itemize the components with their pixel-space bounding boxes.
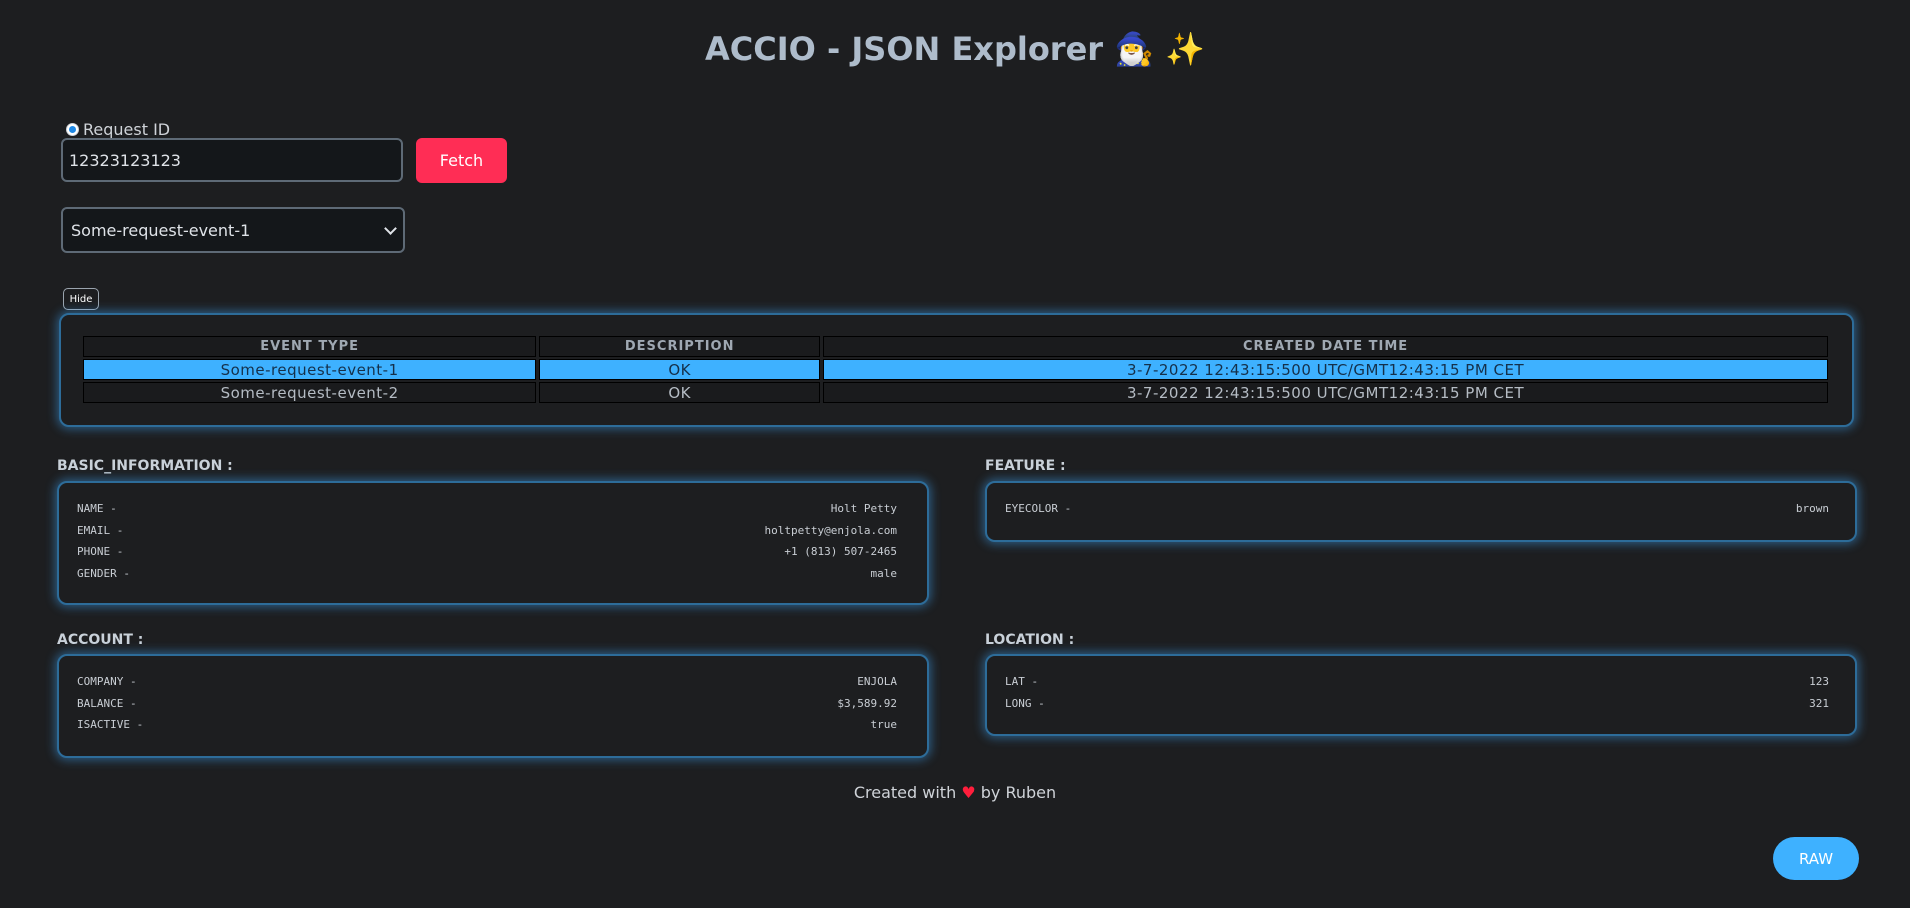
location-card: LAT - 123 LONG - 321 bbox=[985, 654, 1857, 736]
kv-value: true bbox=[870, 718, 898, 731]
feature-card: EYECOLOR - brown bbox=[985, 481, 1857, 542]
list-item: COMPANY - ENJOLA bbox=[77, 671, 897, 693]
footer: Created with ♥ by Ruben bbox=[0, 783, 1910, 802]
event-select[interactable]: Some-request-event-1 bbox=[61, 207, 405, 253]
table-row[interactable]: Some-request-event-2 OK 3-7-2022 12:43:1… bbox=[83, 382, 1828, 403]
heart-icon: ♥ bbox=[961, 783, 976, 802]
kv-key: ISACTIVE - bbox=[77, 718, 144, 731]
column-header-created-date-time: CREATED DATE TIME bbox=[823, 336, 1828, 357]
kv-value: male bbox=[870, 566, 898, 580]
basic-information-card: NAME - Holt Petty EMAIL - holtpetty@enjo… bbox=[57, 481, 929, 605]
section-label-feature: FEATURE : bbox=[985, 458, 1066, 474]
request-id-input[interactable] bbox=[61, 138, 403, 182]
event-select-value: Some-request-event-1 bbox=[71, 220, 251, 240]
chevron-down-icon bbox=[384, 221, 397, 235]
list-item: NAME - Holt Petty bbox=[77, 498, 897, 520]
list-item: EMAIL - holtpetty@enjola.com bbox=[77, 520, 897, 542]
cell-description: OK bbox=[539, 382, 821, 403]
kv-key: BALANCE - bbox=[77, 696, 137, 710]
page-title: ACCIO - JSON Explorer 🧙‍♂️ ✨ bbox=[704, 30, 1206, 68]
list-item: EYECOLOR - brown bbox=[1005, 498, 1829, 520]
table-row[interactable]: Some-request-event-1 OK 3-7-2022 12:43:1… bbox=[83, 359, 1828, 380]
cell-created: 3-7-2022 12:43:15:500 UTC/GMT12:43:15 PM… bbox=[823, 359, 1828, 380]
column-header-event-type: EVENT TYPE bbox=[83, 336, 537, 357]
kv-value: holtpetty@enjola.com bbox=[764, 523, 897, 537]
section-label-location: LOCATION : bbox=[985, 632, 1075, 648]
kv-key: EMAIL - bbox=[77, 523, 124, 537]
kv-key: GENDER - bbox=[77, 566, 130, 580]
list-item: LAT - 123 bbox=[1005, 671, 1829, 693]
section-label-account: ACCOUNT : bbox=[57, 632, 144, 648]
kv-value: +1 (813) 507-2465 bbox=[784, 545, 897, 558]
kv-key: COMPANY - bbox=[77, 675, 137, 688]
fetch-button[interactable]: Fetch bbox=[416, 138, 507, 183]
hide-button[interactable]: Hide bbox=[63, 288, 99, 310]
footer-prefix: Created with bbox=[853, 783, 957, 802]
events-header-row: EVENT TYPE DESCRIPTION CREATED DATE TIME bbox=[83, 336, 1828, 357]
events-panel: EVENT TYPE DESCRIPTION CREATED DATE TIME… bbox=[59, 313, 1854, 427]
events-table: EVENT TYPE DESCRIPTION CREATED DATE TIME… bbox=[80, 334, 1831, 405]
kv-value: brown bbox=[1795, 502, 1829, 515]
footer-suffix: by Ruben bbox=[980, 783, 1057, 802]
list-item: PHONE - +1 (813) 507-2465 bbox=[77, 541, 897, 563]
request-id-label: Request ID bbox=[83, 120, 171, 139]
request-id-radio[interactable]: Request ID bbox=[66, 120, 170, 139]
cell-event-type: Some-request-event-1 bbox=[83, 359, 537, 380]
list-item: LONG - 321 bbox=[1005, 693, 1829, 715]
section-label-basic-information: BASIC_INFORMATION : bbox=[57, 458, 233, 474]
account-card: COMPANY - ENJOLA BALANCE - $3,589.92 ISA… bbox=[57, 654, 929, 758]
radio-selected-icon[interactable] bbox=[66, 123, 79, 136]
kv-key: PHONE - bbox=[77, 545, 124, 558]
kv-value: ENJOLA bbox=[857, 675, 897, 688]
kv-key: LONG - bbox=[1005, 696, 1045, 710]
cell-event-type: Some-request-event-2 bbox=[83, 382, 537, 403]
list-item: BALANCE - $3,589.92 bbox=[77, 693, 897, 715]
kv-key: LAT - bbox=[1005, 675, 1039, 688]
kv-value: $3,589.92 bbox=[837, 696, 897, 710]
cell-created: 3-7-2022 12:43:15:500 UTC/GMT12:43:15 PM… bbox=[823, 382, 1828, 403]
list-item: ISACTIVE - true bbox=[77, 714, 897, 736]
kv-key: EYECOLOR - bbox=[1005, 502, 1072, 515]
cell-description: OK bbox=[539, 359, 821, 380]
kv-value: 321 bbox=[1809, 696, 1829, 710]
kv-value: 123 bbox=[1809, 675, 1829, 688]
raw-button[interactable]: RAW bbox=[1773, 837, 1859, 880]
column-header-description: DESCRIPTION bbox=[539, 336, 821, 357]
kv-value: Holt Petty bbox=[830, 502, 897, 515]
kv-key: NAME - bbox=[77, 502, 117, 515]
list-item: GENDER - male bbox=[77, 563, 897, 585]
